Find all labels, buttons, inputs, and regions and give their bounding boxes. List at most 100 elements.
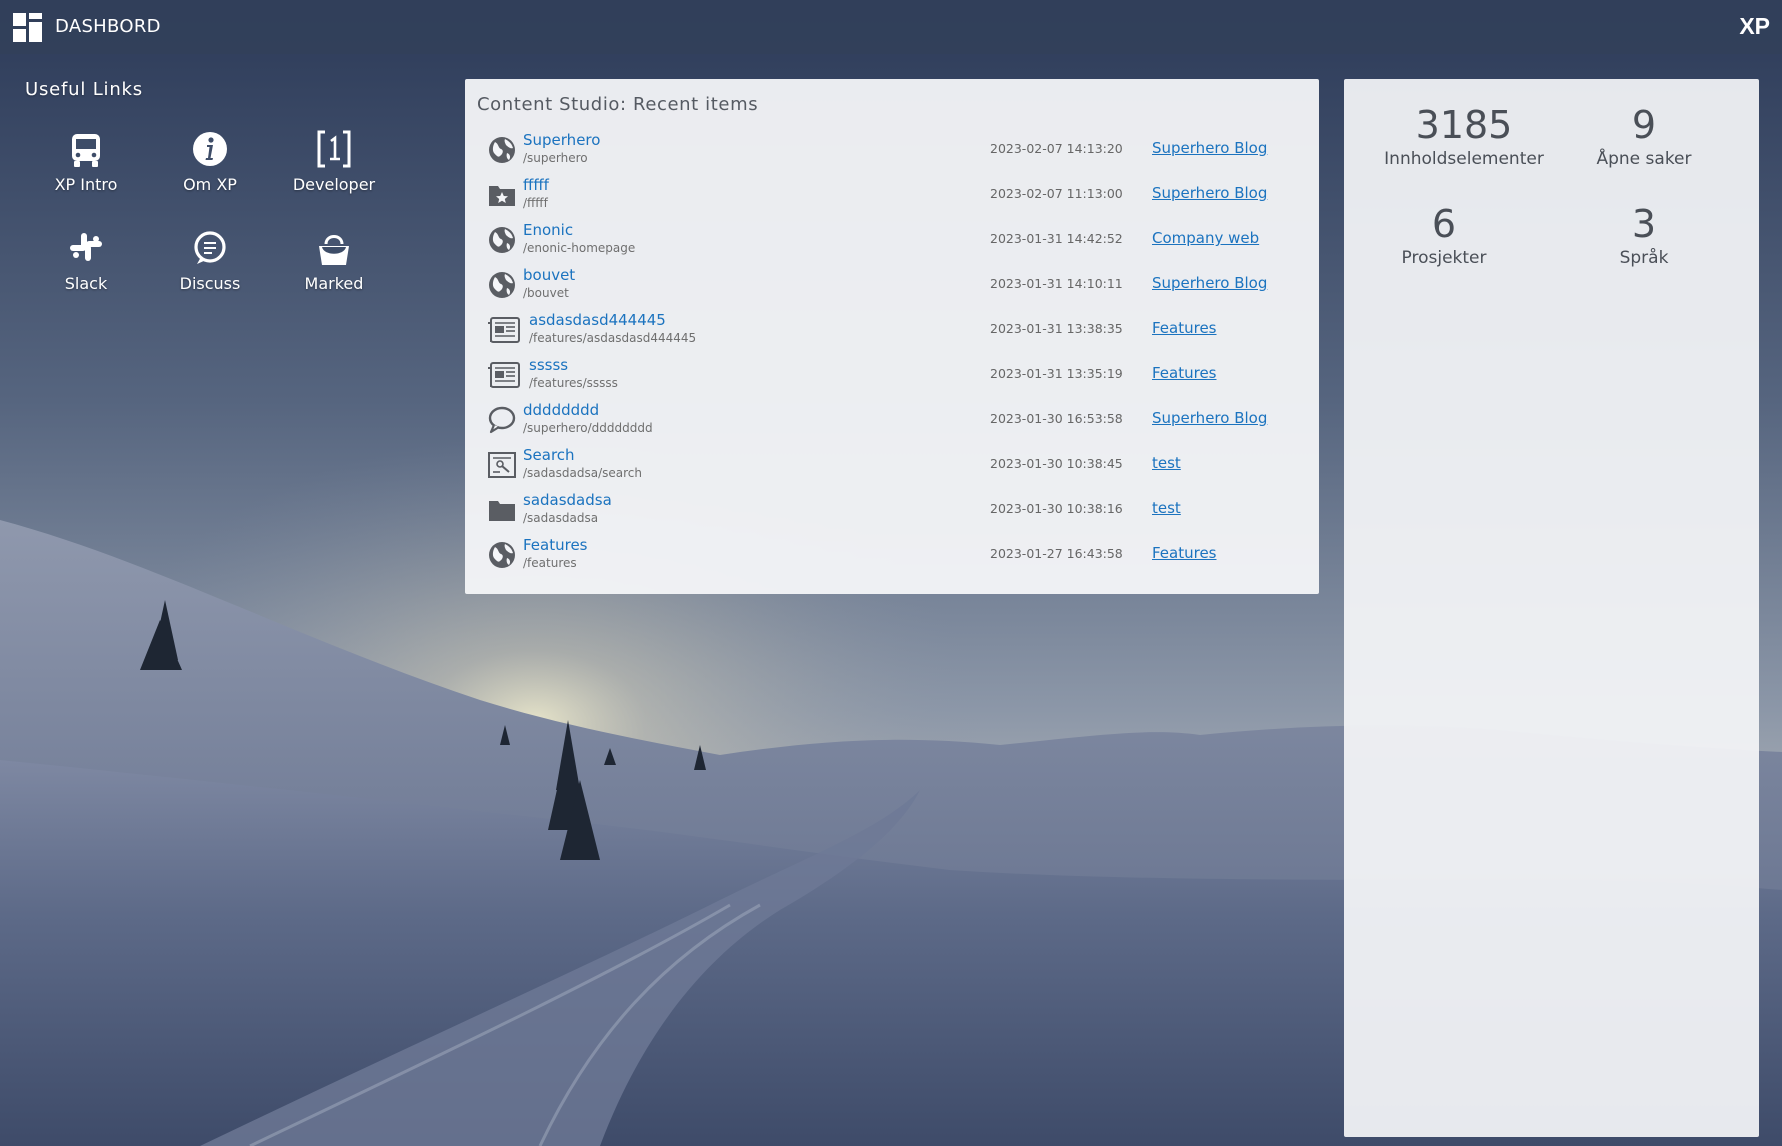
shopping-bag-icon <box>319 235 349 265</box>
useful-links-title: Useful Links <box>25 79 143 100</box>
list-item: Features /features 2023-01-27 16:43:58 F… <box>487 534 1307 579</box>
item-date: 2023-01-31 14:42:52 <box>990 231 1123 246</box>
item-path: /superhero <box>523 151 588 165</box>
item-path: /sadasdadsa <box>523 511 599 525</box>
recent-items-title: Content Studio: Recent items <box>477 94 759 115</box>
top-bar: DASHBORD XP <box>0 0 1782 54</box>
globe-icon <box>489 542 515 568</box>
item-path: /fffff <box>523 196 548 210</box>
link-om-xp[interactable]: Om XP <box>150 129 270 213</box>
recent-items-list: Superhero /superhero 2023-02-07 14:13:20… <box>487 129 1307 579</box>
stat-content-items: 3185 Innholdselementer <box>1364 103 1564 169</box>
link-label: Developer <box>292 175 376 194</box>
item-path: /superhero/dddddddd <box>523 421 653 435</box>
list-item: Superhero /superhero 2023-02-07 14:13:20… <box>487 129 1307 174</box>
link-label: Slack <box>64 274 108 293</box>
item-date: 2023-01-31 13:38:35 <box>990 321 1123 336</box>
item-path: /enonic-homepage <box>523 241 636 255</box>
stat-value: 9 <box>1631 103 1657 147</box>
item-date: 2023-01-31 14:10:11 <box>990 276 1123 291</box>
stat-label: Innholdselementer <box>1384 149 1544 169</box>
item-project-link[interactable]: Superhero Blog <box>1152 184 1267 202</box>
list-item: asdasdasd444445 /features/asdasdasd44444… <box>487 309 1307 354</box>
list-item: fffff /fffff 2023-02-07 11:13:00 Superhe… <box>487 174 1307 219</box>
stat-value: 3 <box>1631 202 1657 246</box>
recent-items-panel: Content Studio: Recent items Superhero /… <box>465 79 1319 594</box>
item-project-link[interactable]: Company web <box>1152 229 1259 247</box>
item-project-link[interactable]: Superhero Blog <box>1152 409 1267 427</box>
folder-star-icon <box>489 186 515 206</box>
item-project-link[interactable]: Superhero Blog <box>1152 139 1267 157</box>
item-name-link[interactable]: sssss <box>529 356 568 374</box>
list-item: dddddddd /superhero/dddddddd 2023-01-30 … <box>487 399 1307 444</box>
item-project-link[interactable]: test <box>1152 454 1181 472</box>
item-path: /features/sssss <box>529 376 618 390</box>
link-label: XP Intro <box>54 175 118 194</box>
item-name-link[interactable]: Features <box>523 536 588 554</box>
stat-languages: 3 Språk <box>1544 202 1744 268</box>
item-path: /features <box>523 556 577 570</box>
item-name-link[interactable]: Enonic <box>523 221 573 239</box>
bus-icon <box>72 134 100 167</box>
link-discuss[interactable]: Discuss <box>150 228 270 312</box>
chat-icon <box>194 231 226 264</box>
list-item: sssss /features/sssss 2023-01-31 13:35:1… <box>487 354 1307 399</box>
item-path: /sadasdadsa/search <box>523 466 642 480</box>
item-path: /bouvet <box>523 286 569 300</box>
link-developer[interactable]: Developer <box>274 129 394 213</box>
stat-open-issues: 9 Åpne saker <box>1544 103 1744 169</box>
link-marked[interactable]: Marked <box>274 228 394 312</box>
stat-value: 3185 <box>1415 103 1513 147</box>
slack-icon <box>70 233 102 261</box>
item-name-link[interactable]: Search <box>523 446 575 464</box>
list-item: Search /sadasdadsa/search 2023-01-30 10:… <box>487 444 1307 489</box>
comment-icon <box>488 406 516 434</box>
brand-logo[interactable]: XP <box>1739 13 1770 40</box>
list-item: Enonic /enonic-homepage 2023-01-31 14:42… <box>487 219 1307 264</box>
item-name-link[interactable]: sadasdadsa <box>523 491 612 509</box>
item-name-link[interactable]: fffff <box>523 176 549 194</box>
list-item: sadasdadsa /sadasdadsa 2023-01-30 10:38:… <box>487 489 1307 534</box>
globe-icon <box>489 272 515 298</box>
item-date: 2023-01-31 13:35:19 <box>990 366 1123 381</box>
globe-icon <box>489 137 515 163</box>
item-date: 2023-01-27 16:43:58 <box>990 546 1123 561</box>
stat-label: Språk <box>1619 248 1669 268</box>
link-label: Discuss <box>179 274 241 293</box>
folder-icon <box>489 501 515 521</box>
stat-projects: 6 Prosjekter <box>1344 202 1544 268</box>
link-slack[interactable]: Slack <box>26 228 146 312</box>
app-title: DASHBORD <box>55 16 161 37</box>
item-date: 2023-02-07 14:13:20 <box>990 141 1123 156</box>
stats-panel: 3185 Innholdselementer 9 Åpne saker 6 Pr… <box>1344 79 1759 1137</box>
item-date: 2023-01-30 10:38:16 <box>990 501 1123 516</box>
stat-value: 6 <box>1431 202 1457 246</box>
globe-icon <box>489 227 515 253</box>
item-project-link[interactable]: Features <box>1152 364 1217 382</box>
stat-label: Prosjekter <box>1401 248 1487 268</box>
item-name-link[interactable]: asdasdasd444445 <box>529 311 666 329</box>
list-item: bouvet /bouvet 2023-01-31 14:10:11 Super… <box>487 264 1307 309</box>
item-date: 2023-02-07 11:13:00 <box>990 186 1123 201</box>
item-date: 2023-01-30 16:53:58 <box>990 411 1123 426</box>
bracket-one-icon <box>317 130 351 168</box>
item-project-link[interactable]: Superhero Blog <box>1152 274 1267 292</box>
item-project-link[interactable]: Features <box>1152 544 1217 562</box>
item-project-link[interactable]: test <box>1152 499 1181 517</box>
item-name-link[interactable]: Superhero <box>523 131 600 149</box>
item-project-link[interactable]: Features <box>1152 319 1217 337</box>
stat-label: Åpne saker <box>1596 149 1692 169</box>
article-icon <box>488 362 520 388</box>
useful-links-section: Useful Links XP Intro Om XP Developer Sl… <box>0 54 450 354</box>
link-label: Om XP <box>183 175 237 194</box>
item-date: 2023-01-30 10:38:45 <box>990 456 1123 471</box>
item-path: /features/asdasdasd444445 <box>529 331 697 345</box>
link-xp-intro[interactable]: XP Intro <box>26 129 146 213</box>
item-name-link[interactable]: bouvet <box>523 266 575 284</box>
item-name-link[interactable]: dddddddd <box>523 401 599 419</box>
info-icon <box>193 132 227 166</box>
dashboard-grid-icon[interactable] <box>13 13 42 42</box>
search-page-icon <box>488 452 516 478</box>
link-label: Marked <box>304 274 364 293</box>
article-icon <box>488 317 520 343</box>
